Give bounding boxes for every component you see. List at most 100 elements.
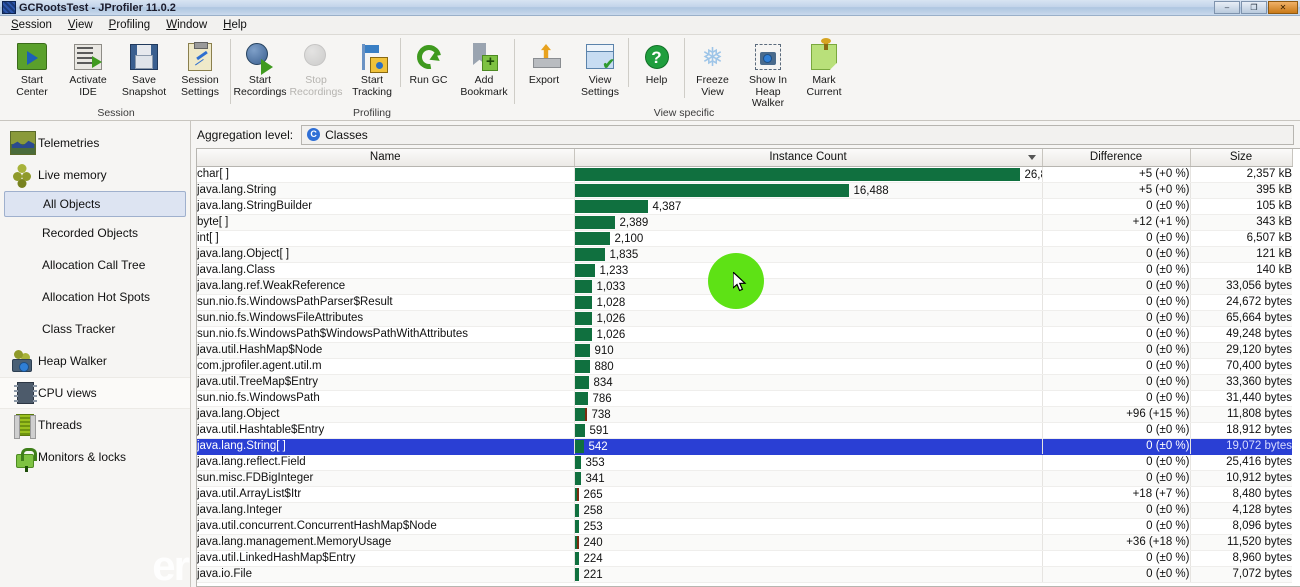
sidebar-item-heap-walker[interactable]: Heap Walker (0, 345, 190, 377)
cell-class-name: java.util.HashMap$Node (197, 342, 574, 358)
table-row[interactable]: java.lang.String[ ]5420 (±0 %)19,072 byt… (197, 438, 1292, 454)
instance-count-bar (575, 232, 610, 245)
cell-difference: 0 (±0 %) (1042, 358, 1190, 374)
cell-class-name: sun.nio.fs.WindowsPath (197, 390, 574, 406)
cell-size: 105 kB (1190, 198, 1292, 214)
run-gc-button[interactable]: Run GC (400, 38, 456, 87)
cell-size: 65,664 bytes (1190, 310, 1292, 326)
sidebar-item-label: Live memory (38, 168, 107, 182)
mark-current-button[interactable]: Mark Current (796, 38, 852, 98)
table-row[interactable]: java.util.LinkedHashMap$Entry2240 (±0 %)… (197, 550, 1292, 566)
table-row[interactable]: java.util.ArrayList$Itr265+18 (+7 %)8,48… (197, 486, 1292, 502)
sidebar-item-allocation-call-tree[interactable]: Allocation Call Tree (0, 249, 190, 281)
table-row[interactable]: com.jprofiler.agent.util.m8800 (±0 %)70,… (197, 358, 1292, 374)
cell-instance-count: 591 (574, 422, 1042, 438)
menu-bar: Session View Profiling Window Help (0, 16, 1300, 35)
table-row[interactable]: java.util.concurrent.ConcurrentHashMap$N… (197, 518, 1292, 534)
table-row[interactable]: java.lang.ref.WeakReference1,0330 (±0 %)… (197, 278, 1292, 294)
menu-window[interactable]: Window (158, 17, 215, 33)
menu-profiling[interactable]: Profiling (101, 17, 159, 33)
table-row[interactable]: java.util.TreeMap$Entry8340 (±0 %)33,360… (197, 374, 1292, 390)
session-settings-label: Session Settings (181, 75, 219, 98)
instance-count-bar (575, 280, 592, 293)
sidebar-item-monitors-locks[interactable]: Monitors & locks (0, 441, 190, 473)
cell-difference: 0 (±0 %) (1042, 390, 1190, 406)
table-row[interactable]: sun.nio.fs.WindowsPath$WindowsPathWithAt… (197, 326, 1292, 342)
instance-count-value: 253 (584, 519, 603, 535)
help-button[interactable]: ?Help (628, 38, 684, 87)
table-row[interactable]: java.lang.Object738+96 (+15 %)11,808 byt… (197, 406, 1292, 422)
table-row[interactable]: sun.nio.fs.WindowsPathParser$Result1,028… (197, 294, 1292, 310)
view-settings-button[interactable]: View Settings (572, 38, 628, 98)
activate-ide-button[interactable]: Activate IDE (60, 38, 116, 98)
table-row[interactable]: java.util.HashMap$Node9100 (±0 %)29,120 … (197, 342, 1292, 358)
cell-class-name: java.lang.management.MemoryUsage (197, 534, 574, 550)
table-row[interactable]: byte[ ]2,389+12 (+1 %)343 kB (197, 214, 1292, 230)
start-center-button[interactable]: Start Center (4, 38, 60, 98)
menu-session[interactable]: Session (3, 17, 60, 33)
minimize-button[interactable]: – (1214, 1, 1240, 14)
column-header-difference[interactable]: Difference (1042, 149, 1190, 166)
table-row[interactable]: java.lang.reflect.Field3530 (±0 %)25,416… (197, 454, 1292, 470)
sidebar-item-class-tracker[interactable]: Class Tracker (0, 313, 190, 345)
close-button[interactable]: ✕ (1268, 1, 1298, 14)
objects-table-container[interactable]: Name Instance Count Difference Size char… (196, 148, 1300, 587)
table-row[interactable]: java.lang.Class1,2330 (±0 %)140 kB (197, 262, 1292, 278)
menu-help[interactable]: Help (215, 17, 255, 33)
table-row[interactable]: java.lang.StringBuilder4,3870 (±0 %)105 … (197, 198, 1292, 214)
cell-size: 10,912 bytes (1190, 470, 1292, 486)
column-header-name[interactable]: Name (197, 149, 574, 166)
classes-badge-icon: C (307, 128, 320, 141)
sidebar-item-all-objects[interactable]: All Objects (4, 191, 186, 217)
aggregation-level-select[interactable]: C Classes (301, 125, 1294, 145)
table-row[interactable]: sun.misc.FDBigInteger3410 (±0 %)10,912 b… (197, 470, 1292, 486)
table-row[interactable]: int[ ]2,1000 (±0 %)6,507 kB (197, 230, 1292, 246)
table-row[interactable]: sun.nio.fs.WindowsFileAttributes1,0260 (… (197, 310, 1292, 326)
instance-count-bar (575, 376, 589, 389)
export-button[interactable]: Export (516, 38, 572, 87)
instance-count-bar (575, 248, 605, 261)
start-center-label: Start Center (16, 75, 48, 98)
cell-difference: +96 (+15 %) (1042, 406, 1190, 422)
toolbar-group-profiling: Start RecordingsStop RecordingsStart Tra… (230, 35, 514, 120)
run-gc-icon (413, 41, 445, 73)
main-panel: Aggregation level: C Classes (191, 121, 1300, 587)
table-row[interactable]: char[ ]26,825+5 (+0 %)2,357 kB (197, 166, 1292, 182)
table-row[interactable]: java.io.File2210 (±0 %)7,072 bytes (197, 566, 1292, 582)
cell-size: 343 kB (1190, 214, 1292, 230)
sidebar-item-label: Telemetries (38, 136, 99, 150)
sidebar-item-allocation-hot-spots[interactable]: Allocation Hot Spots (0, 281, 190, 313)
sidebar-item-threads[interactable]: Threads (0, 409, 190, 441)
table-row[interactable]: java.lang.Object[ ]1,8350 (±0 %)121 kB (197, 246, 1292, 262)
menu-view[interactable]: View (60, 17, 101, 33)
start-tracking-button[interactable]: Start Tracking (344, 38, 400, 98)
table-row[interactable]: java.lang.management.MemoryUsage240+36 (… (197, 534, 1292, 550)
show-in-heap-walker-label: Show In Heap Walker (740, 75, 796, 110)
save-snapshot-button[interactable]: Save Snapshot (116, 38, 172, 98)
instance-count-bar (575, 504, 579, 517)
cell-class-name: java.lang.Class (197, 262, 574, 278)
sidebar-item-cpu-views[interactable]: CPU views (0, 377, 190, 409)
instance-count-value: 1,835 (610, 247, 639, 263)
start-recordings-button[interactable]: Start Recordings (232, 38, 288, 98)
instance-count-value: 4,387 (653, 199, 682, 215)
table-row[interactable]: java.util.Hashtable$Entry5910 (±0 %)18,9… (197, 422, 1292, 438)
column-header-instance-count[interactable]: Instance Count (574, 149, 1042, 166)
menu-view-label: iew (75, 19, 92, 31)
cell-instance-count: 2,389 (574, 214, 1042, 230)
sidebar-item-live-memory[interactable]: Live memory (0, 159, 190, 191)
table-row[interactable]: sun.nio.fs.WindowsPath7860 (±0 %)31,440 … (197, 390, 1292, 406)
column-header-size[interactable]: Size (1190, 149, 1292, 166)
maximize-button[interactable]: ❐ (1241, 1, 1267, 14)
sidebar-item-recorded-objects[interactable]: Recorded Objects (0, 217, 190, 249)
add-bookmark-button[interactable]: Add Bookmark (456, 38, 512, 98)
table-row[interactable]: java.lang.Integer2580 (±0 %)4,128 bytes (197, 502, 1292, 518)
main-body: Telemetries Live memory All ObjectsRecorde… (0, 121, 1300, 587)
cell-class-name: java.util.LinkedHashMap$Entry (197, 550, 574, 566)
show-in-heap-walker-button[interactable]: Show In Heap Walker (740, 38, 796, 110)
session-settings-button[interactable]: Session Settings (172, 38, 228, 98)
table-row[interactable]: java.lang.String16,488+5 (+0 %)395 kB (197, 182, 1292, 198)
telemetries-icon (8, 131, 38, 155)
sidebar-item-telemetries[interactable]: Telemetries (0, 127, 190, 159)
freeze-view-button[interactable]: ❅Freeze View (684, 38, 740, 98)
